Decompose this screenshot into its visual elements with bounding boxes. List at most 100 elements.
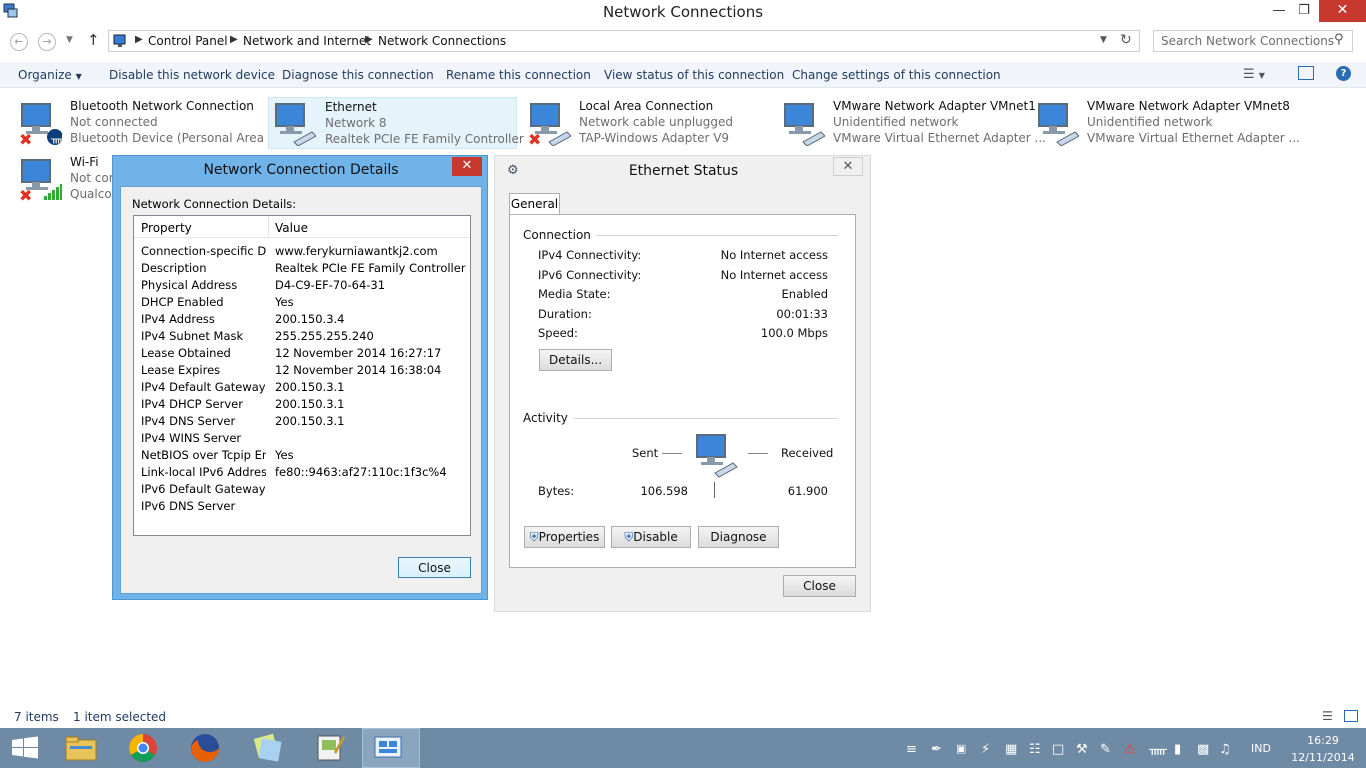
detail-row[interactable]: Lease Obtained 12 November 2014 16:27:17 bbox=[134, 345, 470, 362]
details-view-icon[interactable]: ☰ bbox=[1322, 709, 1333, 723]
status-close-button[interactable]: Close bbox=[783, 575, 856, 597]
wifi-tray-icon[interactable]: ≡ bbox=[906, 742, 917, 757]
tab-general[interactable]: General bbox=[509, 193, 560, 215]
paint-icon[interactable] bbox=[310, 732, 348, 764]
detail-row[interactable]: IPv4 Address 200.150.3.4 bbox=[134, 311, 470, 328]
breadcrumb-network-and-internet[interactable]: Network and Internet bbox=[243, 34, 371, 48]
detail-row[interactable]: Physical Address D4-C9-EF-70-64-31 bbox=[134, 277, 470, 294]
detail-row[interactable]: IPv4 Subnet Mask 255.255.255.240 bbox=[134, 328, 470, 345]
details-list[interactable]: Property Value Connection-specific DN...… bbox=[133, 215, 471, 536]
search-icon[interactable]: ⚲ bbox=[1334, 32, 1344, 47]
detail-row[interactable]: DHCP Enabled Yes bbox=[134, 294, 470, 311]
detail-value: 200.150.3.1 bbox=[275, 380, 345, 394]
recent-locations-chevron-icon[interactable]: ▼ bbox=[66, 35, 73, 45]
wifi-network-icon: ✖ bbox=[18, 158, 62, 205]
breadcrumb-control-panel[interactable]: Control Panel bbox=[148, 34, 228, 48]
flash-tray-icon[interactable]: ⚡ bbox=[981, 742, 990, 757]
detail-row[interactable]: IPv4 WINS Server bbox=[134, 430, 470, 447]
detail-row[interactable]: IPv4 DHCP Server 200.150.3.1 bbox=[134, 396, 470, 413]
control-panel-taskbar-button[interactable] bbox=[362, 728, 420, 768]
network-item-local-area[interactable]: ✖ Local Area Connection Network cable un… bbox=[527, 99, 767, 149]
firefox-icon[interactable] bbox=[186, 732, 224, 764]
clock-date[interactable]: 12/11/2014 bbox=[1288, 751, 1358, 764]
grid-tray-icon[interactable]: ▦ bbox=[1005, 742, 1017, 757]
detail-row[interactable]: IPv4 Default Gateway 200.150.3.1 bbox=[134, 379, 470, 396]
large-icons-view-icon[interactable] bbox=[1344, 710, 1358, 722]
forward-button[interactable]: → bbox=[38, 33, 56, 51]
change-settings-button[interactable]: Change settings of this connection bbox=[792, 68, 1001, 82]
network-item-vmnet1[interactable]: VMware Network Adapter VMnet1 Unidentifi… bbox=[781, 99, 1046, 149]
disable-device-button[interactable]: Disable this network device bbox=[109, 68, 275, 82]
detail-row[interactable]: Link-local IPv6 Address fe80::9463:af27:1… bbox=[134, 464, 470, 481]
network-item-wifi[interactable]: ✖ Wi-Fi Not con Qualco bbox=[18, 155, 113, 205]
network-item-bluetooth[interactable]: ✖ ᚅ Bluetooth Network Connection Not conn… bbox=[18, 99, 279, 149]
tools-tray-icon[interactable]: ⚒ bbox=[1076, 742, 1088, 757]
chrome-icon[interactable] bbox=[124, 732, 162, 764]
detail-property: Description bbox=[141, 261, 207, 275]
details-button[interactable]: Details... bbox=[539, 349, 612, 371]
control-panel-icon bbox=[112, 33, 128, 49]
network-item-vmnet8[interactable]: VMware Network Adapter VMnet8 Unidentifi… bbox=[1035, 99, 1300, 149]
pencil-tray-icon[interactable]: ✎ bbox=[1100, 742, 1111, 757]
column-header-value[interactable]: Value bbox=[275, 221, 308, 235]
maximize-button[interactable]: ❐ bbox=[1292, 0, 1316, 22]
battery-tray-icon[interactable]: ▮ bbox=[1174, 742, 1181, 757]
ipv6-label: IPv6 Connectivity: bbox=[538, 268, 642, 282]
diagnose-connection-button[interactable]: Diagnose this connection bbox=[282, 68, 434, 82]
detail-row[interactable]: IPv4 DNS Server 200.150.3.1 bbox=[134, 413, 470, 430]
bluetooth-tray-icon[interactable]: ᚅ bbox=[1149, 742, 1167, 757]
disable-button[interactable]: ⛨Disable bbox=[611, 526, 691, 548]
pen-tray-icon[interactable]: ✒ bbox=[931, 742, 942, 757]
detail-row[interactable]: Lease Expires 12 November 2014 16:38:04 bbox=[134, 362, 470, 379]
hi-tray-icon[interactable]: ▣ bbox=[956, 742, 966, 755]
shield-icon: ⛨ bbox=[624, 530, 634, 544]
window-tray-icon[interactable]: □ bbox=[1052, 742, 1064, 757]
details-close-button[interactable]: Close bbox=[398, 557, 471, 578]
item-name: Wi-Fi bbox=[70, 155, 99, 169]
bytes-divider bbox=[714, 482, 715, 498]
preview-pane-icon[interactable] bbox=[1298, 66, 1314, 80]
view-options-icon[interactable]: ☰ ▼ bbox=[1243, 67, 1265, 82]
diagnose-button[interactable]: Diagnose bbox=[698, 526, 779, 548]
back-button[interactable]: ← bbox=[10, 33, 28, 51]
network-item-ethernet[interactable]: Ethernet Network 8 Realtek PCIe FE Famil… bbox=[268, 97, 524, 149]
window-close-button[interactable]: ✕ bbox=[1319, 0, 1366, 22]
minimize-button[interactable]: — bbox=[1267, 0, 1291, 22]
refresh-icon[interactable]: ↻ bbox=[1120, 32, 1132, 48]
network-tray-icon[interactable]: ▩ bbox=[1197, 742, 1209, 757]
detail-row[interactable]: IPv6 DNS Server bbox=[134, 498, 470, 515]
detail-property: IPv4 Subnet Mask bbox=[141, 329, 244, 343]
breadcrumb-network-connections[interactable]: Network Connections bbox=[378, 34, 506, 48]
media-state-value: Enabled bbox=[781, 287, 828, 301]
warning-tray-icon[interactable]: ⚠ bbox=[1124, 742, 1136, 757]
svg-text:✖: ✖ bbox=[528, 130, 541, 146]
detail-row[interactable]: IPv6 Default Gateway bbox=[134, 481, 470, 498]
organize-menu[interactable]: Organize ▼ bbox=[18, 68, 82, 82]
properties-button[interactable]: ⛨Properties bbox=[524, 526, 605, 548]
detail-row[interactable]: Connection-specific DN... www.ferykurniaw… bbox=[134, 243, 470, 260]
detail-value: 200.150.3.1 bbox=[275, 397, 345, 411]
volume-tray-icon[interactable]: ♫ bbox=[1219, 742, 1231, 757]
address-bar[interactable]: ▶ Control Panel ▶ Network and Internet ▶… bbox=[108, 30, 1140, 52]
column-header-property[interactable]: Property bbox=[141, 221, 192, 235]
clock-time[interactable]: 16:29 bbox=[1288, 734, 1358, 747]
up-arrow-icon[interactable]: ↑ bbox=[87, 31, 100, 49]
start-button[interactable] bbox=[6, 732, 44, 764]
speed-label: Speed: bbox=[538, 326, 578, 340]
view-status-button[interactable]: View status of this connection bbox=[604, 68, 784, 82]
search-input[interactable]: Search Network Connections ⚲ bbox=[1153, 30, 1353, 52]
file-explorer-icon[interactable] bbox=[62, 732, 100, 764]
detail-row[interactable]: Description Realtek PCIe FE Family Contro… bbox=[134, 260, 470, 277]
rename-connection-button[interactable]: Rename this connection bbox=[446, 68, 591, 82]
taskbar: ≡ ✒ ▣ ⚡ ▦ ☷ □ ⚒ ✎ ⚠ ᚅ ▮ ▩ ♫ IND 16:29 12… bbox=[0, 728, 1366, 768]
dialog-close-x-button[interactable]: ✕ bbox=[452, 157, 482, 176]
document-tray-icon[interactable]: ☷ bbox=[1029, 742, 1041, 757]
address-dropdown-icon[interactable]: ▼ bbox=[1100, 35, 1107, 45]
detail-property: Link-local IPv6 Address bbox=[141, 465, 266, 479]
detail-row[interactable]: NetBIOS over Tcpip En... Yes bbox=[134, 447, 470, 464]
input-language[interactable]: IND bbox=[1251, 742, 1271, 755]
sticky-notes-icon[interactable] bbox=[248, 732, 286, 764]
column-divider[interactable] bbox=[268, 216, 269, 238]
dialog-close-x-button[interactable]: ✕ bbox=[833, 157, 863, 176]
help-icon[interactable]: ? bbox=[1336, 66, 1351, 81]
